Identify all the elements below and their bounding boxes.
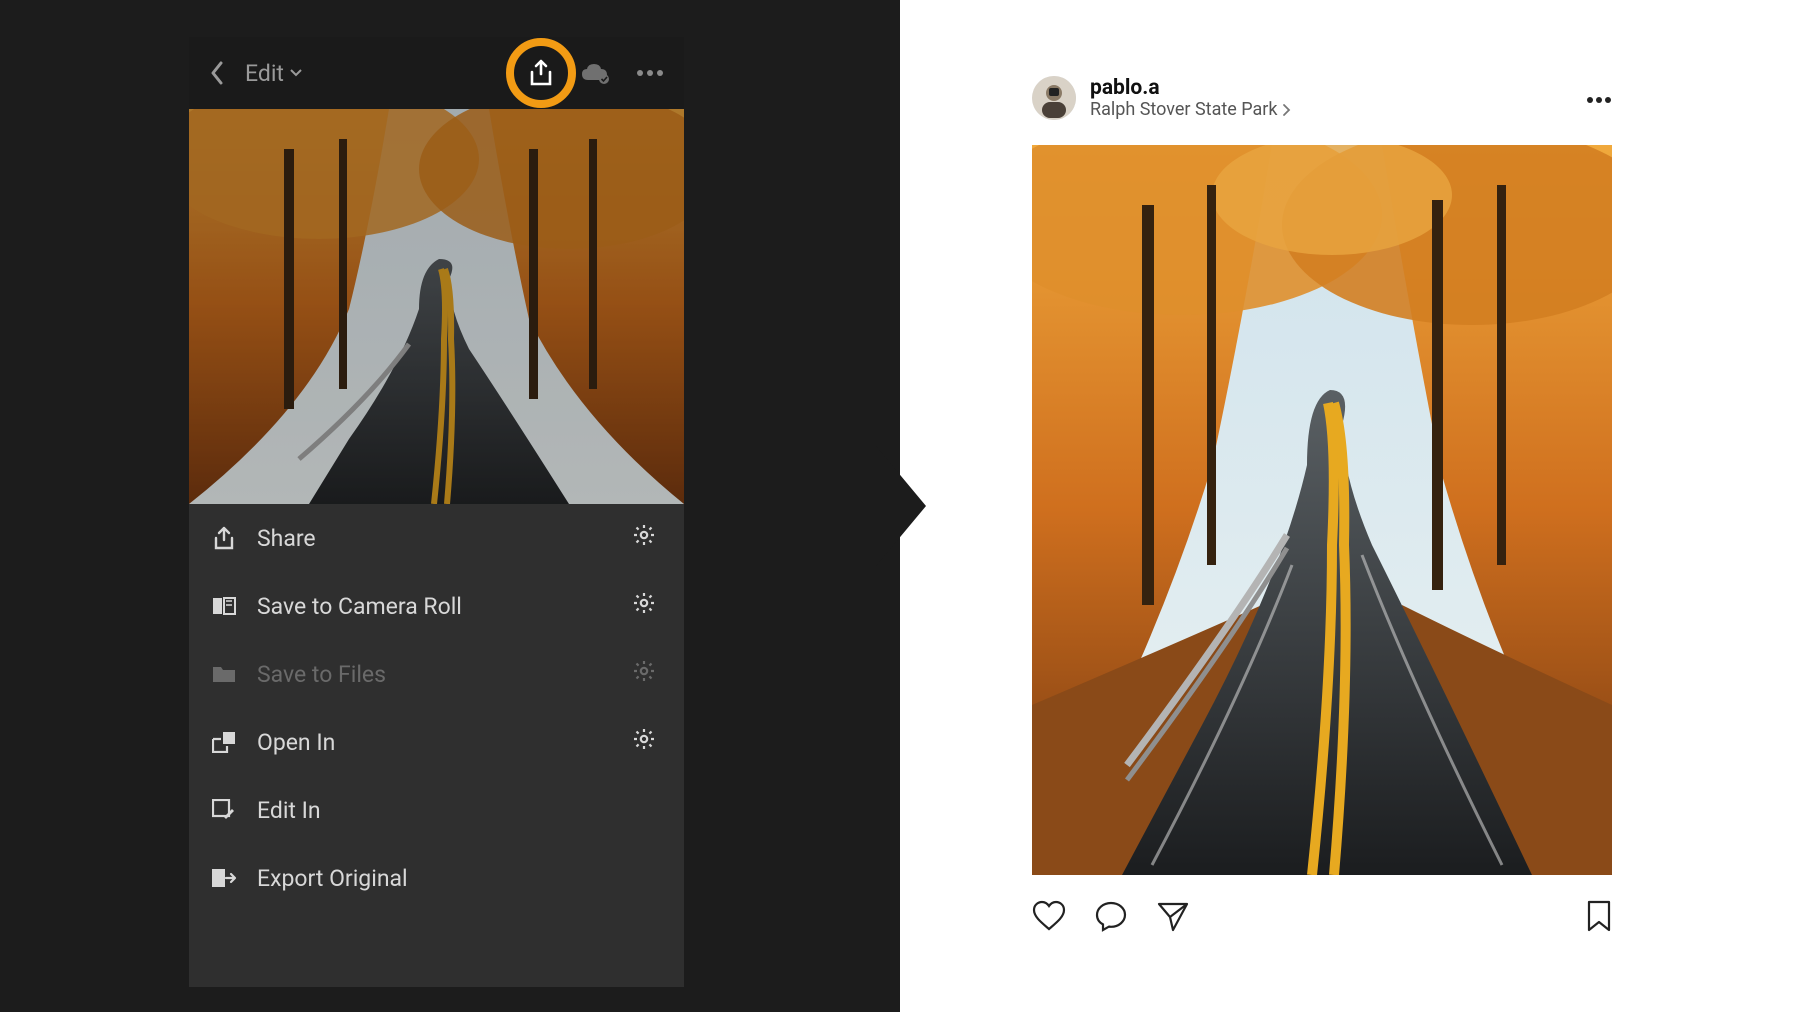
edit-in-icon xyxy=(211,799,237,821)
bookmark-button[interactable] xyxy=(1586,899,1612,937)
menu-item-label: Export Original xyxy=(257,865,656,892)
app-screen: Edit xyxy=(189,37,684,987)
share-menu: Share Save to Camera Roll Save to File xyxy=(189,504,684,987)
gear-icon[interactable] xyxy=(632,523,656,553)
chevron-right-icon xyxy=(1282,103,1291,117)
camera-roll-icon xyxy=(211,595,237,617)
export-icon xyxy=(211,868,237,888)
chevron-left-icon xyxy=(210,61,224,85)
photo-preview[interactable] xyxy=(189,109,684,504)
menu-item-share[interactable]: Share xyxy=(189,504,684,572)
comment-button[interactable] xyxy=(1094,900,1128,936)
gear-icon[interactable] xyxy=(632,727,656,757)
menu-item-save-camera-roll[interactable]: Save to Camera Roll xyxy=(189,572,684,640)
heart-icon xyxy=(1032,900,1066,932)
menu-item-export-original[interactable]: Export Original xyxy=(189,844,684,912)
paper-plane-icon xyxy=(1156,900,1190,932)
dots-horizontal-icon xyxy=(1586,96,1612,104)
back-button[interactable] xyxy=(207,58,227,88)
post-location-label: Ralph Stover State Park xyxy=(1090,100,1278,121)
comment-icon xyxy=(1094,900,1128,932)
menu-item-label: Edit In xyxy=(257,797,656,824)
post-header: pablo.a Ralph Stover State Park xyxy=(1032,69,1612,127)
menu-item-label: Save to Camera Roll xyxy=(257,593,612,620)
menu-item-edit-in[interactable]: Edit In xyxy=(189,776,684,844)
menu-item-open-in[interactable]: Open In xyxy=(189,708,684,776)
menu-item-label: Share xyxy=(257,525,612,552)
cloud-sync-icon[interactable] xyxy=(580,62,610,84)
send-button[interactable] xyxy=(1156,900,1190,936)
edit-dropdown[interactable]: Edit xyxy=(245,60,302,87)
dots-horizontal-icon xyxy=(636,69,664,77)
menu-item-label: Open In xyxy=(257,729,612,756)
more-button[interactable] xyxy=(636,69,664,77)
post-actions xyxy=(1032,899,1612,937)
share-up-icon xyxy=(211,526,237,550)
chevron-down-icon xyxy=(290,69,302,77)
post-photo[interactable] xyxy=(1032,145,1612,875)
post-location[interactable]: Ralph Stover State Park xyxy=(1090,100,1572,121)
like-button[interactable] xyxy=(1032,900,1066,936)
post-username[interactable]: pablo.a xyxy=(1090,76,1572,100)
open-in-icon xyxy=(211,731,237,753)
folder-icon xyxy=(211,664,237,684)
post-more-button[interactable] xyxy=(1586,89,1612,108)
gear-icon[interactable] xyxy=(632,591,656,621)
bookmark-icon xyxy=(1586,899,1612,933)
gear-icon xyxy=(632,659,656,689)
avatar[interactable] xyxy=(1032,76,1076,120)
menu-item-save-files: Save to Files xyxy=(189,640,684,708)
share-up-icon xyxy=(528,59,554,87)
share-button-highlight xyxy=(506,38,576,108)
app-topbar: Edit xyxy=(189,37,684,109)
edit-label: Edit xyxy=(245,60,284,87)
social-post: pablo.a Ralph Stover State Park xyxy=(1032,69,1612,937)
menu-item-label: Save to Files xyxy=(257,661,612,688)
